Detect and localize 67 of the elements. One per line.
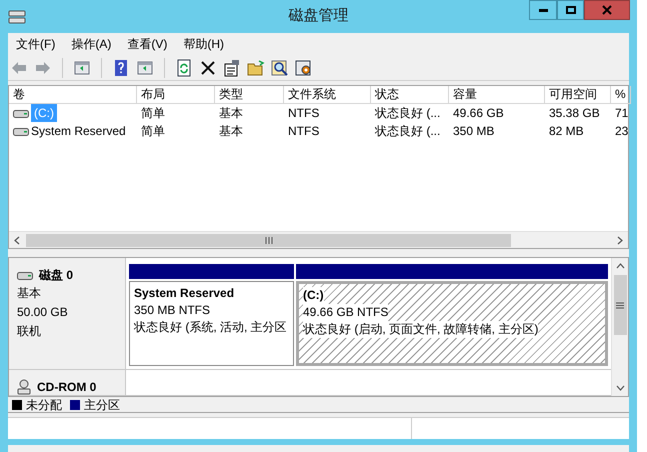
table-cell-text: 基本 <box>219 105 243 122</box>
scroll-grip-icon <box>616 302 624 308</box>
column-header[interactable]: % <box>611 86 631 104</box>
refresh-icon[interactable] <box>175 58 193 76</box>
drive-icon <box>13 108 29 118</box>
vertical-scrollbar[interactable] <box>611 258 628 396</box>
menu-item[interactable]: 操作(A) <box>71 35 112 53</box>
table-cell-text: NTFS <box>288 105 320 122</box>
table-cell-text: 71 <box>615 105 628 122</box>
menu-item[interactable]: 查看(V) <box>127 35 168 53</box>
column-header[interactable]: 类型 <box>215 86 284 104</box>
scroll-right-icon[interactable] <box>615 236 624 244</box>
scroll-left-icon[interactable] <box>13 236 22 244</box>
folder-icon[interactable] <box>247 58 265 76</box>
pane-icon[interactable] <box>73 58 91 76</box>
menu-item[interactable]: 帮助(H) <box>183 35 224 53</box>
disk-name: 磁盘 0 <box>39 267 74 284</box>
partition-name: (C:) <box>303 287 324 304</box>
horizontal-scrollbar[interactable] <box>9 231 628 248</box>
drive-icon <box>17 270 33 280</box>
minimize-button[interactable] <box>529 0 557 20</box>
volume-name[interactable]: System Reserved <box>31 122 126 140</box>
disk-info: 联机 <box>17 323 42 340</box>
table-cell-text: 基本 <box>219 123 243 140</box>
table-cell-text: 35.38 GB <box>549 105 600 122</box>
scroll-grip-icon <box>264 236 272 244</box>
partition-status: 状态良好 (启动, 页面文件, 故障转储, 主分区) <box>303 321 538 338</box>
table-cell-text: 状态良好 (... <box>375 105 440 122</box>
drive-icon <box>13 126 29 136</box>
partition-size: 49.66 GB NTFS <box>303 304 388 321</box>
table-cell-text: 状态良好 (... <box>375 123 440 140</box>
partition-status: 状态良好 (系统, 活动, 主分区 <box>134 319 287 336</box>
settings-icon[interactable] <box>295 58 313 76</box>
partition-block[interactable]: (C:) 49.66 GB NTFS 状态良好 (启动, 页面文件, 故障转储, 主分区) <box>296 281 608 366</box>
column-header[interactable]: 文件系统 <box>284 86 371 104</box>
disk-info: 基本 <box>17 285 42 302</box>
legend-label: 主分区 <box>84 396 120 414</box>
pane-icon[interactable] <box>136 58 154 76</box>
close-x-icon[interactable] <box>199 58 217 76</box>
column-header[interactable]: 可用空间 <box>545 86 611 104</box>
help-icon[interactable] <box>112 58 130 76</box>
table-cell-text: 23 <box>615 123 628 140</box>
close-icon <box>602 5 612 15</box>
magnifier-icon[interactable] <box>271 58 289 76</box>
table-cell-text: 简单 <box>141 105 165 122</box>
scroll-up-icon[interactable] <box>616 262 624 271</box>
table-cell-text: 82 MB <box>549 123 584 140</box>
close-button[interactable] <box>584 0 630 20</box>
partition-name: System Reserved <box>134 285 234 302</box>
disk-management-icon <box>8 9 26 25</box>
window-title: 磁盘管理 <box>288 6 348 26</box>
disk-info: 50.00 GB <box>17 304 69 321</box>
maximize-button[interactable] <box>557 0 584 20</box>
scroll-down-icon[interactable] <box>616 383 624 392</box>
column-header[interactable]: 容量 <box>449 86 545 104</box>
table-cell-text: 350 MB <box>453 123 494 140</box>
partition-block[interactable]: System Reserved 350 MB NTFS 状态良好 (系统, 活动, 主分区 <box>129 281 294 366</box>
column-header[interactable]: 布局 <box>137 86 215 104</box>
legend-label: 未分配 <box>26 396 62 414</box>
table-cell-text: 49.66 GB <box>453 105 504 122</box>
table-cell-text: 简单 <box>141 123 165 140</box>
table-cell-text: NTFS <box>288 123 320 140</box>
column-header[interactable]: 状态 <box>371 86 449 104</box>
menu-item[interactable]: 文件(F) <box>16 35 56 53</box>
cd-drive-icon <box>17 379 31 395</box>
disk-name: CD-ROM 0 <box>37 379 96 396</box>
properties-icon[interactable] <box>223 58 241 76</box>
